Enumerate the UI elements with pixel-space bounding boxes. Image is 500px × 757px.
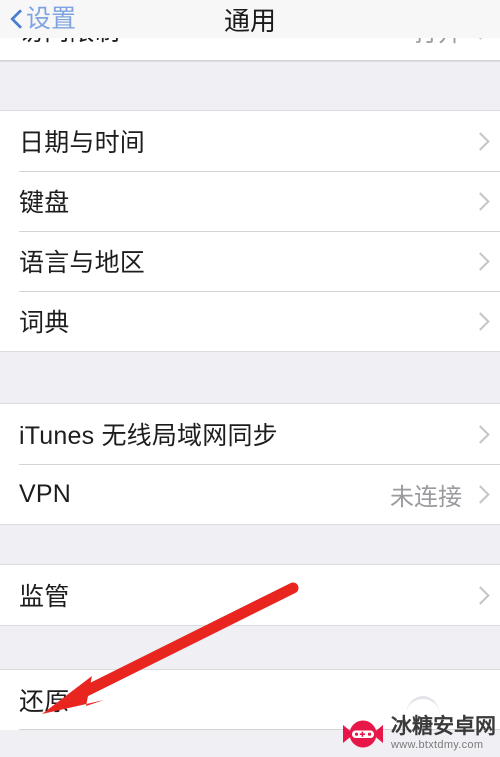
table-row[interactable]: 词典 xyxy=(0,291,500,351)
table-row[interactable]: 键盘 xyxy=(0,171,500,231)
row-label: 语言与地区 xyxy=(19,249,146,277)
row-accessory xyxy=(474,191,486,211)
chevron-right-icon xyxy=(474,38,486,40)
section-gap xyxy=(0,625,500,670)
row-accessory xyxy=(474,424,486,444)
chevron-right-icon xyxy=(474,424,486,444)
settings-group-network: iTunes 无线局域网同步 VPN 未连接 xyxy=(0,404,500,524)
row-accessory xyxy=(474,131,486,151)
row-label: 访问限制 xyxy=(19,38,120,48)
row-label: 词典 xyxy=(19,309,70,337)
settings-list[interactable]: 访问限制 打开 日期与时间 键盘 语言与地区 xyxy=(0,38,500,757)
row-label: 监管 xyxy=(19,583,70,611)
settings-group-supervision: 监管 xyxy=(0,565,500,625)
row-value: 未连接 xyxy=(390,483,462,511)
page-title: 通用 xyxy=(223,5,276,36)
section-gap xyxy=(0,351,500,404)
row-value: 打开 xyxy=(414,38,462,48)
settings-group-locale: 日期与时间 键盘 语言与地区 词典 xyxy=(0,111,500,351)
table-row[interactable]: 访问限制 打开 xyxy=(0,38,500,61)
row-accessory xyxy=(474,251,486,271)
chevron-right-icon xyxy=(474,131,486,151)
row-label: 键盘 xyxy=(19,189,70,217)
row-accessory xyxy=(474,585,486,605)
section-gap xyxy=(0,61,500,111)
chevron-right-icon xyxy=(474,251,486,271)
chevron-right-icon xyxy=(474,191,486,211)
table-row[interactable]: VPN 未连接 xyxy=(0,464,500,524)
row-accessory: 未连接 xyxy=(390,477,486,512)
table-row[interactable]: 语言与地区 xyxy=(0,231,500,291)
chevron-right-icon xyxy=(474,311,486,331)
chevron-right-icon xyxy=(474,585,486,605)
row-label: 还原 xyxy=(19,688,70,716)
settings-group-restrictions: 访问限制 打开 xyxy=(0,38,500,61)
row-label: VPN xyxy=(19,479,72,508)
row-label: iTunes 无线局域网同步 xyxy=(19,422,278,450)
table-row[interactable]: iTunes 无线局域网同步 xyxy=(0,404,500,464)
chevron-right-icon xyxy=(474,484,486,504)
row-accessory xyxy=(474,311,486,331)
section-gap xyxy=(0,524,500,565)
row-label: 日期与时间 xyxy=(19,129,146,157)
row-accessory: 打开 xyxy=(414,38,486,48)
navigation-bar: 设置 通用 xyxy=(0,0,500,38)
table-row[interactable]: 监管 xyxy=(0,565,500,625)
table-row[interactable]: 日期与时间 xyxy=(0,111,500,171)
